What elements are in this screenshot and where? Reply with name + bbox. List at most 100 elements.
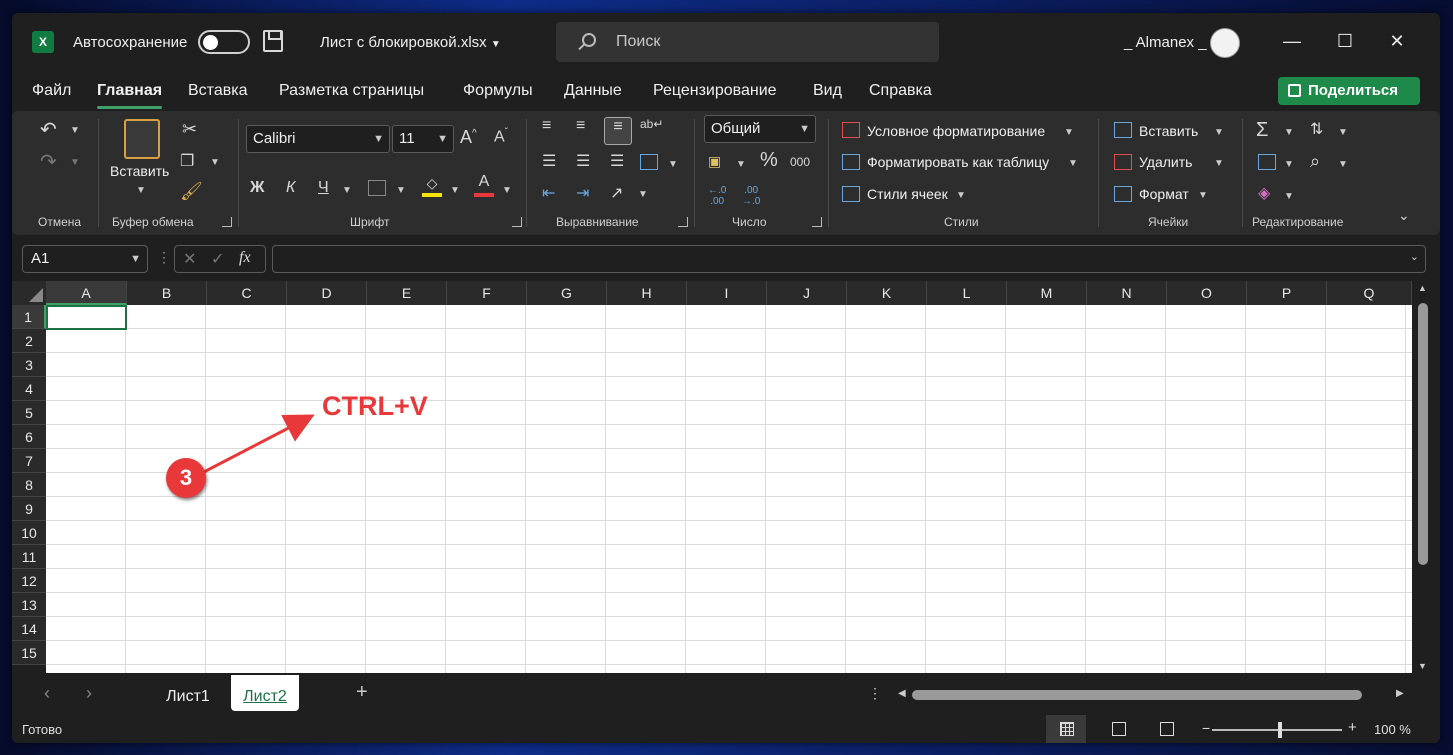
row-header[interactable]: 9 — [12, 497, 46, 521]
enter-icon[interactable]: ✓ — [211, 249, 224, 269]
add-sheet-button[interactable]: + — [356, 681, 368, 704]
undo-dropdown-icon[interactable]: ▼ — [70, 125, 80, 136]
column-header[interactable]: D — [287, 281, 367, 305]
vertical-scroll-thumb[interactable] — [1418, 303, 1428, 565]
cell-styles-dropdown-icon[interactable]: ▼ — [956, 190, 966, 201]
align-right-icon[interactable]: ☰ — [610, 151, 624, 171]
decrease-decimal-icon[interactable]: .00 →.0 — [742, 185, 760, 207]
column-header[interactable]: A — [46, 281, 127, 305]
scroll-up-icon[interactable]: ▲ — [1418, 283, 1427, 293]
wrap-text-icon[interactable]: ab↵ — [640, 117, 663, 131]
save-icon[interactable] — [263, 30, 283, 52]
more-sheets-icon[interactable]: ⋮ — [868, 685, 882, 702]
conditional-dropdown-icon[interactable]: ▼ — [1064, 127, 1074, 138]
column-header[interactable]: F — [447, 281, 527, 305]
autosum-dropdown-icon[interactable]: ▼ — [1284, 127, 1294, 138]
format-as-table-button[interactable]: Форматировать как таблицу — [867, 154, 1049, 170]
autosum-icon[interactable]: Σ — [1256, 119, 1268, 142]
insert-function-button[interactable]: fx — [239, 249, 251, 267]
zoom-out-button[interactable]: − — [1202, 720, 1210, 736]
row-header[interactable]: 10 — [12, 521, 46, 545]
formula-input[interactable]: ⌄ — [272, 245, 1426, 273]
column-header[interactable]: H — [607, 281, 687, 305]
column-header[interactable]: C — [207, 281, 287, 305]
align-middle-icon[interactable]: ≡ — [576, 117, 585, 135]
column-header[interactable]: I — [687, 281, 767, 305]
font-name-select[interactable]: Calibri ▼ — [246, 125, 390, 153]
search-box[interactable]: Поиск — [556, 22, 939, 62]
align-left-icon[interactable]: ☰ — [542, 151, 556, 171]
number-launcher-icon[interactable] — [812, 217, 822, 227]
delete-cells-button[interactable]: Удалить — [1139, 154, 1192, 170]
increase-indent-icon[interactable]: ⇥ — [576, 183, 589, 203]
user-name[interactable]: _ Almanex _ — [1124, 34, 1207, 51]
tab-home[interactable]: Главная — [97, 82, 163, 109]
column-header[interactable]: J — [767, 281, 847, 305]
clear-dropdown-icon[interactable]: ▼ — [1284, 191, 1294, 202]
column-header[interactable]: Q — [1327, 281, 1412, 305]
name-box[interactable]: A1 ▼ — [22, 245, 148, 273]
autosave-toggle[interactable] — [198, 30, 250, 54]
font-launcher-icon[interactable] — [512, 217, 522, 227]
row-header[interactable]: 7 — [12, 449, 46, 473]
paste-label[interactable]: Вставить — [110, 163, 169, 179]
format-cells-button[interactable]: Формат — [1139, 186, 1189, 202]
currency-icon[interactable]: ▣ — [708, 153, 721, 170]
tab-file[interactable]: Файл — [32, 82, 71, 100]
row-header[interactable]: 3 — [12, 353, 46, 377]
zoom-slider-knob[interactable] — [1278, 722, 1282, 738]
font-color-dropdown-icon[interactable]: ▼ — [502, 185, 512, 196]
tab-view[interactable]: Вид — [813, 82, 842, 100]
scroll-down-icon[interactable]: ▼ — [1418, 661, 1427, 671]
copy-dropdown-icon[interactable]: ▼ — [210, 157, 220, 168]
column-header[interactable]: N — [1087, 281, 1167, 305]
ribbon-collapse-icon[interactable]: ⌄ — [1398, 207, 1410, 224]
row-header[interactable]: 8 — [12, 473, 46, 497]
avatar[interactable] — [1210, 28, 1240, 58]
row-header[interactable]: 2 — [12, 329, 46, 353]
thousands-icon[interactable]: 000 — [790, 155, 810, 169]
delete-dropdown-icon[interactable]: ▼ — [1214, 158, 1224, 169]
select-all-button[interactable] — [12, 281, 46, 305]
orientation-dropdown-icon[interactable]: ▼ — [638, 189, 648, 200]
undo-icon[interactable]: ↶ — [40, 117, 57, 142]
insert-dropdown-icon[interactable]: ▼ — [1214, 127, 1224, 138]
row-header[interactable]: 15 — [12, 641, 46, 665]
align-center-icon[interactable]: ☰ — [576, 151, 590, 171]
column-header[interactable]: P — [1247, 281, 1327, 305]
scroll-right-icon[interactable]: ▶ — [1396, 688, 1404, 699]
tab-data[interactable]: Данные — [564, 82, 622, 100]
increase-decimal-icon[interactable]: ←.0.00 — [708, 185, 726, 207]
format-as-table-dropdown-icon[interactable]: ▼ — [1068, 158, 1078, 169]
find-dropdown-icon[interactable]: ▼ — [1338, 159, 1348, 170]
sort-filter-dropdown-icon[interactable]: ▼ — [1338, 127, 1348, 138]
zoom-level[interactable]: 100 % — [1374, 722, 1411, 737]
tab-insert[interactable]: Вставка — [188, 82, 247, 100]
paste-icon[interactable] — [124, 119, 160, 159]
column-header[interactable]: B — [127, 281, 207, 305]
share-button[interactable]: Поделиться — [1278, 77, 1420, 105]
column-header[interactable]: M — [1007, 281, 1087, 305]
column-header[interactable]: O — [1167, 281, 1247, 305]
more-options-icon[interactable]: ⋮ — [157, 249, 171, 266]
sort-filter-icon[interactable]: ⇅ — [1310, 119, 1323, 139]
number-format-select[interactable]: Общий ▼ — [704, 115, 816, 143]
italic-button[interactable]: К — [286, 179, 295, 197]
sheet-tab[interactable]: Лист1 — [152, 675, 224, 711]
tab-formulas[interactable]: Формулы — [463, 82, 533, 100]
align-top-icon[interactable]: ≡ — [542, 117, 551, 135]
fill-color-dropdown-icon[interactable]: ▼ — [450, 185, 460, 196]
borders-icon[interactable] — [368, 180, 386, 196]
zoom-slider[interactable] — [1212, 729, 1342, 731]
font-color-icon[interactable]: A — [474, 173, 494, 197]
row-header[interactable]: 14 — [12, 617, 46, 641]
paste-dropdown-icon[interactable]: ▼ — [136, 185, 146, 196]
page-layout-view-icon[interactable] — [1112, 722, 1126, 736]
bold-button[interactable]: Ж — [250, 179, 264, 197]
merge-center-icon[interactable] — [640, 154, 658, 170]
cell-styles-button[interactable]: Стили ячеек — [867, 186, 948, 202]
row-header[interactable]: 12 — [12, 569, 46, 593]
percent-icon[interactable]: % — [760, 149, 778, 172]
align-bottom-icon[interactable]: ≡ — [604, 117, 632, 145]
clear-icon[interactable]: ◈ — [1258, 183, 1270, 203]
